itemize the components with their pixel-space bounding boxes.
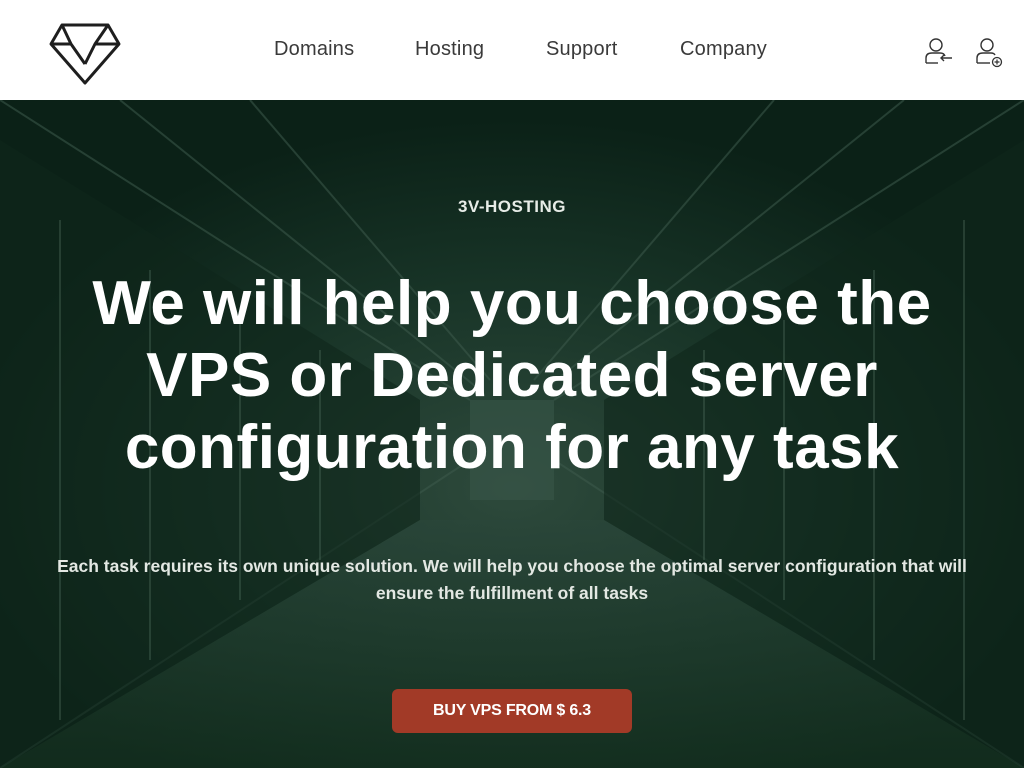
nav-item-company[interactable]: Company [680, 36, 767, 62]
nav-item-hosting[interactable]: Hosting [415, 36, 484, 62]
user-login-icon[interactable] [924, 36, 954, 68]
hero-title: We will help you choose the VPS or Dedic… [92, 269, 932, 482]
nav-item-domains[interactable]: Domains [274, 36, 354, 62]
site-header: Domains Hosting Support Company [0, 0, 1024, 100]
hero-eyebrow: 3V-HOSTING [458, 197, 566, 216]
hero-section: 3V-HOSTING We will help you choose the V… [0, 100, 1024, 768]
buy-vps-button[interactable]: BUY VPS FROM $ 6.3 [392, 689, 632, 733]
user-register-icon[interactable] [975, 36, 1005, 68]
hero-subtitle: Each task requires its own unique soluti… [57, 556, 967, 603]
main-nav: Domains Hosting Support Company [0, 36, 1024, 64]
nav-item-support[interactable]: Support [546, 36, 617, 62]
